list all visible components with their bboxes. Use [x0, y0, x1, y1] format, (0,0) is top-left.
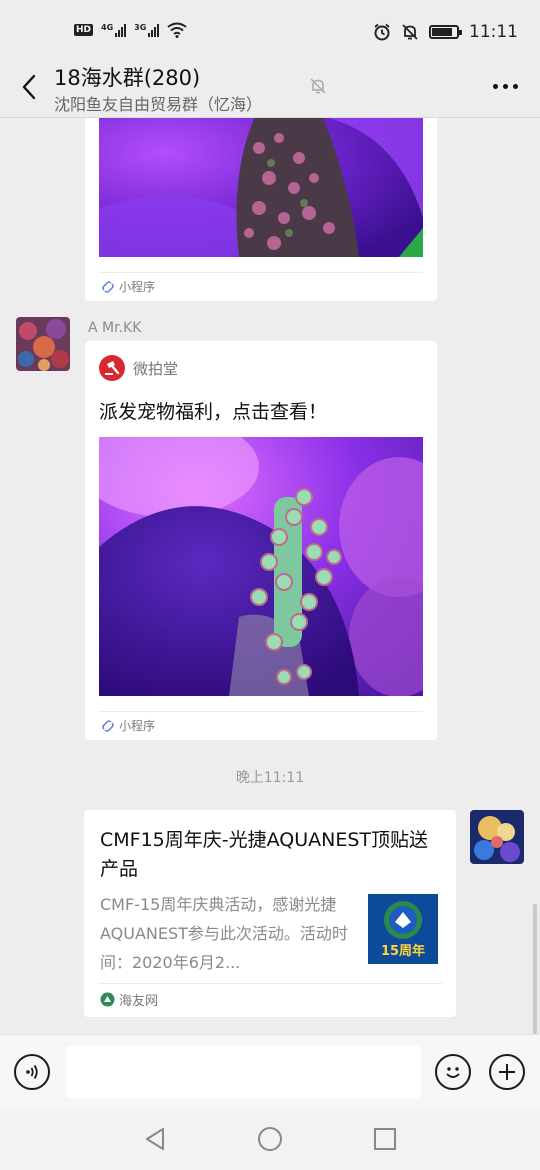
voice-icon — [26, 1064, 38, 1080]
battery-icon — [429, 25, 462, 39]
article-source-name: 海友网 — [119, 994, 159, 1009]
chat-scrollbar[interactable] — [533, 904, 537, 1034]
avatar-mrkk[interactable] — [16, 317, 70, 371]
mini-program-card-2[interactable]: 微拍堂 派发宠物福利，点击查看！ 小程序 — [85, 341, 437, 740]
more-icon — [493, 84, 498, 89]
mini-program-tag: 小程序 — [119, 280, 156, 294]
coral-image-1 — [99, 118, 423, 257]
mini-program-footer-1: 小程序 — [101, 278, 155, 295]
input-bar — [0, 1034, 540, 1108]
card-divider — [98, 983, 442, 984]
mute-indicator — [308, 76, 328, 100]
nav-back-icon — [146, 1128, 164, 1150]
message-input[interactable] — [66, 1046, 421, 1098]
mini-program-tag: 小程序 — [119, 719, 156, 733]
thumbnail-text: 15周年 — [380, 944, 426, 959]
avatar-self[interactable] — [470, 810, 524, 864]
plus-icon — [499, 1064, 515, 1080]
wifi-icon — [167, 22, 187, 38]
nav-recent-button[interactable] — [372, 1126, 398, 1152]
chat-title: 18海水群(280) — [54, 66, 201, 90]
chat-area[interactable]: 小程序 A Mr.KK 微拍堂 派发宠物福利，点击查看！ 小程序 晚上11:11… — [0, 118, 540, 1034]
mini-program-footer-2: 小程序 — [101, 717, 155, 734]
app-name: 微拍堂 — [133, 359, 179, 378]
chat-subtitle: 沈阳鱼友自由贸易群（忆海） — [54, 95, 263, 114]
sender-name: A Mr.KK — [88, 320, 142, 336]
plus-button[interactable] — [489, 1054, 525, 1090]
mini-program-icon — [102, 280, 114, 293]
card-divider — [99, 711, 423, 712]
mini-program-icon — [102, 719, 114, 732]
chat-header: 18海水群(280) 沈阳鱼友自由贸易群（忆海） — [0, 56, 540, 118]
back-button[interactable] — [14, 72, 44, 102]
nav-home-icon — [258, 1127, 282, 1151]
bell-off-icon — [402, 24, 418, 40]
signal-icon-2: 3G — [134, 23, 160, 37]
alarm-icon — [374, 23, 390, 41]
system-nav-bar — [0, 1108, 540, 1170]
nav-recent-icon — [374, 1128, 396, 1150]
mini-program-card-1[interactable]: 小程序 — [85, 118, 437, 301]
signal-icon-1: 4G — [101, 23, 127, 37]
article-description: CMF-15周年庆典活动，感谢光捷AQUANEST参与此次活动。活动时间：202… — [100, 895, 348, 972]
status-time: 11:11 — [469, 22, 518, 42]
emoji-icon — [446, 1067, 460, 1078]
card-divider — [99, 272, 423, 273]
weipaitang-header: 微拍堂 — [99, 355, 178, 381]
coral-image-2 — [99, 437, 423, 696]
article-card[interactable]: CMF15周年庆-光捷AQUANEST顶贴送产品 CMF-15周年庆典活动，感谢… — [84, 810, 456, 1017]
hd-icon: HD — [74, 24, 94, 36]
status-left: HD 4G 3G — [74, 22, 187, 38]
chat-timestamp: 晚上11:11 — [235, 770, 305, 786]
status-right: 11:11 — [373, 22, 518, 42]
voice-button[interactable] — [14, 1054, 50, 1090]
more-button[interactable] — [493, 84, 518, 89]
article-title: CMF15周年庆-光捷AQUANEST顶贴送产品 — [100, 829, 429, 880]
haiyou-logo-icon — [100, 992, 115, 1007]
back-icon — [22, 74, 36, 100]
emoji-button[interactable] — [435, 1054, 471, 1090]
mute-icon — [310, 78, 326, 94]
weipaitang-logo-icon — [99, 355, 125, 381]
nav-home-button[interactable] — [257, 1126, 283, 1152]
nav-back-button[interactable] — [142, 1126, 168, 1152]
card-title: 派发宠物福利，点击查看！ — [99, 401, 328, 423]
article-source: 海友网 — [100, 990, 158, 1009]
article-thumbnail: 15周年 — [368, 894, 438, 964]
status-bar: HD 4G 3G 11:11 — [0, 0, 540, 56]
